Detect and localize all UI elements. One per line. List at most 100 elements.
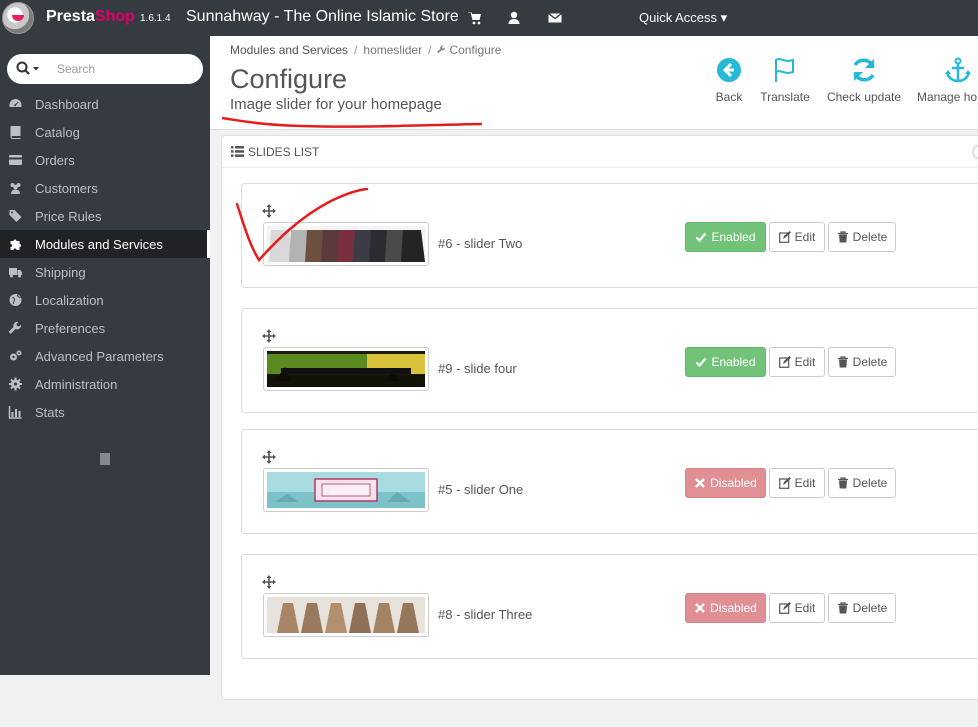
edit-button[interactable]: Edit bbox=[769, 347, 825, 377]
manage-hooks-label: Manage ho bbox=[917, 90, 978, 104]
tags-icon bbox=[9, 210, 22, 222]
edit-label: Edit bbox=[794, 601, 816, 615]
top-bar: PrestaShop 1.6.1.4 Sunnahway - The Onlin… bbox=[0, 0, 978, 36]
list-icon bbox=[231, 146, 244, 157]
check-update-button[interactable]: Check update bbox=[826, 56, 902, 104]
sidebar-item-label: Preferences bbox=[35, 321, 106, 336]
move-icon[interactable] bbox=[262, 450, 276, 464]
users-icon bbox=[10, 183, 21, 194]
sidebar-item-localization[interactable]: Localization bbox=[0, 286, 210, 314]
delete-button[interactable]: Delete bbox=[828, 222, 896, 252]
slide-thumbnail[interactable] bbox=[263, 468, 429, 512]
arrow-left-circle-icon bbox=[717, 58, 741, 82]
prestashop-logo-icon[interactable] bbox=[2, 2, 34, 34]
status-label: Disabled bbox=[710, 476, 757, 490]
cogs-icon bbox=[10, 350, 22, 361]
status-label: Enabled bbox=[711, 230, 756, 244]
slide-title: #8 - slider Three bbox=[438, 607, 533, 622]
slide-thumbnail[interactable] bbox=[263, 347, 429, 391]
sidebar: Search Dashboard Catalog Orders Customer… bbox=[0, 36, 210, 675]
quick-access-menu[interactable]: Quick Access ▾ bbox=[639, 10, 727, 26]
puzzle-icon bbox=[10, 239, 21, 250]
sidebar-item-dashboard[interactable]: Dashboard bbox=[0, 90, 210, 118]
sidebar-item-price-rules[interactable]: Price Rules bbox=[0, 202, 210, 230]
sidebar-collapse-handle-icon[interactable] bbox=[100, 452, 110, 466]
brand-name-part: Presta bbox=[46, 8, 95, 25]
search-input[interactable]: Search bbox=[57, 62, 95, 76]
breadcrumb-item[interactable]: homeslider bbox=[363, 43, 422, 57]
brand-logo[interactable]: PrestaShop bbox=[46, 8, 135, 26]
breadcrumb-item[interactable]: Modules and Services bbox=[230, 43, 348, 57]
envelope-icon[interactable] bbox=[547, 10, 563, 26]
edit-button[interactable]: Edit bbox=[769, 222, 825, 252]
breadcrumb: Modules and Services / homeslider / Configur… bbox=[230, 43, 501, 57]
delete-label: Delete bbox=[852, 230, 888, 244]
delete-button[interactable]: Delete bbox=[828, 593, 896, 623]
panel-add-icon[interactable] bbox=[972, 144, 978, 160]
status-toggle-button[interactable]: Disabled bbox=[685, 468, 766, 498]
sidebar-item-label: Administration bbox=[35, 377, 118, 392]
page-title: Configure bbox=[230, 64, 348, 94]
breadcrumb-separator: / bbox=[354, 43, 358, 57]
edit-button[interactable]: Edit bbox=[769, 593, 825, 623]
wrench-icon bbox=[9, 321, 22, 334]
back-button[interactable]: Back bbox=[714, 56, 744, 104]
breadcrumb-separator: / bbox=[428, 43, 432, 57]
edit-icon bbox=[778, 477, 791, 489]
sidebar-item-label: Localization bbox=[35, 293, 104, 308]
sidebar-item-modules[interactable]: Modules and Services bbox=[0, 230, 210, 258]
move-icon[interactable] bbox=[262, 329, 276, 343]
move-icon[interactable] bbox=[262, 575, 276, 589]
translate-button[interactable]: Translate bbox=[758, 56, 812, 104]
truck-icon bbox=[9, 268, 22, 278]
panel-title: SLIDES LIST bbox=[248, 145, 320, 159]
delete-button[interactable]: Delete bbox=[828, 347, 896, 377]
slide-image bbox=[267, 351, 425, 387]
slide-thumbnail[interactable] bbox=[263, 593, 429, 637]
dashboard-icon bbox=[9, 99, 22, 107]
edit-label: Edit bbox=[794, 355, 816, 369]
delete-label: Delete bbox=[852, 601, 888, 615]
brand-name-part: Shop bbox=[94, 8, 135, 25]
check-icon bbox=[696, 232, 707, 243]
sidebar-item-administration[interactable]: Administration bbox=[0, 370, 210, 398]
delete-button[interactable]: Delete bbox=[828, 468, 896, 498]
edit-icon bbox=[778, 356, 791, 368]
credit-card-icon bbox=[9, 155, 22, 165]
edit-label: Edit bbox=[794, 230, 816, 244]
slide-item: #8 - slider Three Disabled Edit Delete bbox=[241, 554, 978, 659]
edit-button[interactable]: Edit bbox=[769, 468, 825, 498]
sidebar-item-label: Price Rules bbox=[35, 209, 102, 224]
trash-icon bbox=[837, 231, 848, 243]
flag-icon bbox=[775, 58, 794, 82]
cart-icon[interactable] bbox=[467, 10, 483, 26]
search-box[interactable]: Search bbox=[7, 54, 203, 84]
sidebar-item-orders[interactable]: Orders bbox=[0, 146, 210, 174]
status-toggle-button[interactable]: Enabled bbox=[685, 347, 766, 377]
sidebar-item-catalog[interactable]: Catalog bbox=[0, 118, 210, 146]
slide-item: #5 - slider One Disabled Edit Delete bbox=[241, 429, 978, 534]
sidebar-item-label: Modules and Services bbox=[35, 237, 163, 252]
delete-label: Delete bbox=[852, 355, 888, 369]
sidebar-item-stats[interactable]: Stats bbox=[0, 398, 210, 426]
manage-hooks-button[interactable]: Manage ho bbox=[917, 56, 978, 104]
refresh-icon bbox=[853, 58, 875, 82]
globe-icon bbox=[9, 294, 22, 306]
sidebar-item-shipping[interactable]: Shipping bbox=[0, 258, 210, 286]
slide-title: #5 - slider One bbox=[438, 482, 524, 497]
check-icon bbox=[696, 357, 707, 368]
sidebar-item-preferences[interactable]: Preferences bbox=[0, 314, 210, 342]
user-icon[interactable] bbox=[506, 10, 522, 26]
sidebar-item-advanced-parameters[interactable]: Advanced Parameters bbox=[0, 342, 210, 370]
search-icon[interactable] bbox=[16, 61, 46, 77]
close-icon bbox=[695, 478, 705, 488]
slide-item: #9 - slide four Enabled Edit Delete bbox=[241, 308, 978, 413]
anchor-icon bbox=[945, 57, 971, 83]
page-subtitle: Image slider for your homepage bbox=[230, 96, 442, 113]
sidebar-item-customers[interactable]: Customers bbox=[0, 174, 210, 202]
status-toggle-button[interactable]: Disabled bbox=[685, 593, 766, 623]
status-toggle-button[interactable]: Enabled bbox=[685, 222, 766, 252]
sidebar-item-label: Catalog bbox=[35, 125, 80, 140]
store-name-link[interactable]: Sunnahway - The Online Islamic Store bbox=[186, 8, 459, 26]
slide-title: #9 - slide four bbox=[438, 361, 517, 376]
